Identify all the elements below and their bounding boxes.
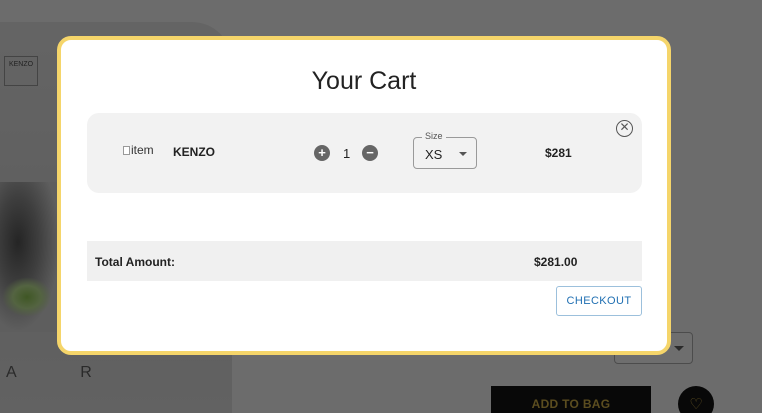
checkout-button[interactable]: CHECKOUT [556,286,642,316]
total-row: Total Amount: $281.00 [87,241,642,281]
cart-title: Your Cart [311,67,417,95]
decrease-quantity-button[interactable]: − [362,145,378,161]
increase-quantity-button[interactable]: + [314,145,330,161]
total-value: $281.00 [534,255,578,269]
size-select-label: Size [422,131,446,141]
plus-icon: + [318,145,326,160]
minus-icon: − [366,145,374,160]
chevron-down-icon [459,152,467,156]
remove-item-button[interactable]: ✕ [616,120,633,137]
item-image-alt-text: item [131,143,154,157]
close-icon: ✕ [619,120,630,134]
broken-image-icon [123,145,130,155]
item-name: KENZO [173,145,215,159]
cart-modal: Your Cart ✕ item KENZO + 1 − Size XS $28… [57,36,671,355]
item-price: $281 [545,146,572,160]
size-select-value: XS [425,147,443,162]
size-select[interactable]: Size XS [413,131,477,169]
item-image: item [123,143,154,157]
item-quantity: 1 [343,146,351,161]
total-label: Total Amount: [95,255,175,269]
cart-item: ✕ item KENZO + 1 − Size XS $281 [87,113,642,193]
